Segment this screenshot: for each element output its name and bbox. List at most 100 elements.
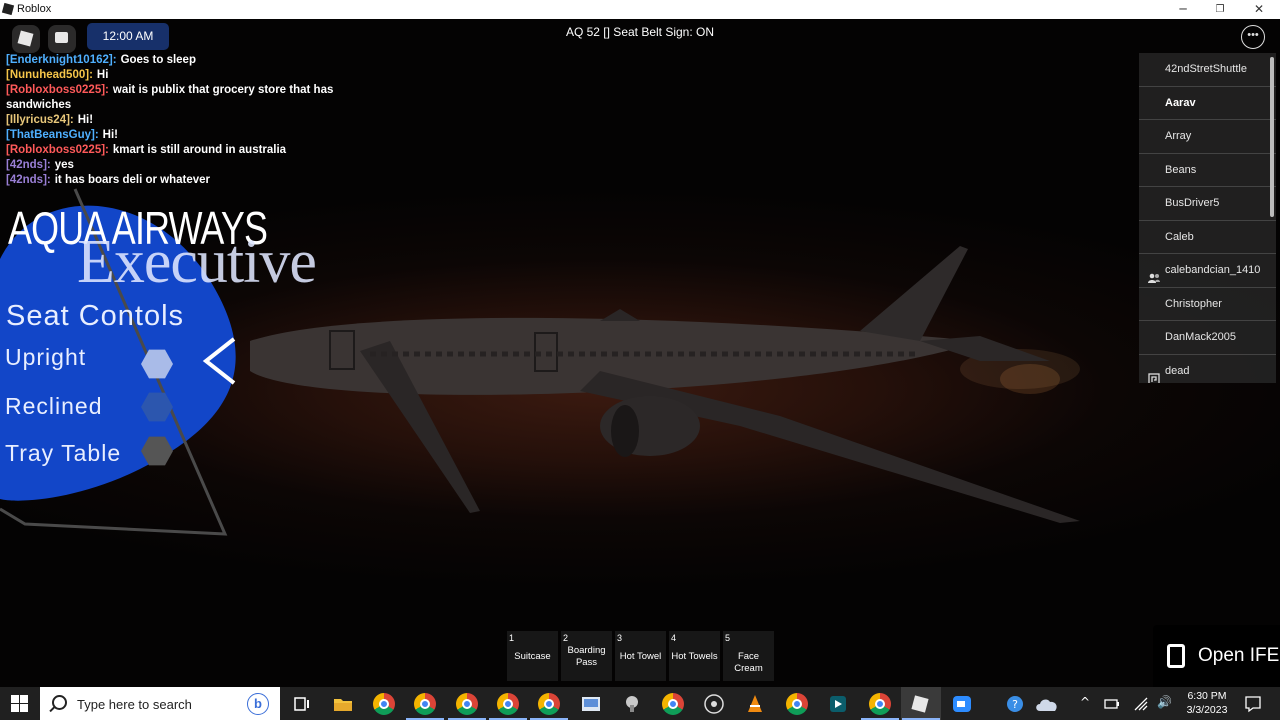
hotbar-slot[interactable]: 5 Face Cream xyxy=(723,631,774,681)
window-title: Roblox xyxy=(17,3,52,15)
battery-icon[interactable] xyxy=(1104,697,1120,711)
chat-text: yes xyxy=(54,159,74,171)
taskbar-clock[interactable]: 6:30 PM 3/3/2023 xyxy=(1180,689,1234,717)
chat-message: [Nunuhead500]: Hi xyxy=(6,68,341,83)
hotbar-slot-label: Hot Towel xyxy=(619,651,662,662)
chrome-icon[interactable] xyxy=(456,693,478,715)
chrome-icon[interactable] xyxy=(497,693,519,715)
windows-start-icon[interactable] xyxy=(11,695,28,712)
zoom-icon[interactable] xyxy=(951,693,973,715)
roblox-icon xyxy=(1,2,15,16)
notifications-icon[interactable] xyxy=(1244,695,1262,713)
hotbar-slot-number: 4 xyxy=(671,633,677,643)
taskbar-date: 3/3/2023 xyxy=(1186,704,1228,716)
hotbar-slot-label: Boarding Pass xyxy=(567,645,606,668)
tablet-icon xyxy=(1167,644,1185,668)
hotbar-slot-number: 2 xyxy=(563,633,569,643)
chat-message: [Illyricus24]: Hi! xyxy=(6,113,341,128)
game-viewport[interactable]: 12:00 AM AQ 52 [] Seat Belt Sign: ON •••… xyxy=(0,19,1280,687)
reclined-label: Reclined xyxy=(5,393,103,419)
hotbar-slot-label: Hot Towels xyxy=(671,651,718,662)
media-app-icon[interactable] xyxy=(827,693,849,715)
player-name: dead xyxy=(1165,364,1190,377)
obs-icon[interactable] xyxy=(703,693,725,715)
hotbar-slot-number: 1 xyxy=(509,633,515,643)
chrome-icon[interactable] xyxy=(786,693,808,715)
app-icon[interactable] xyxy=(621,693,643,715)
player-row[interactable]: Aarav xyxy=(1139,87,1276,120)
player-row[interactable]: dead xyxy=(1139,355,1276,383)
player-row[interactable]: Caleb xyxy=(1139,221,1276,254)
tray-overflow-chevron-icon[interactable]: ^ xyxy=(1080,695,1090,709)
chat-message: [Robloxboss0225]: wait is publix that gro… xyxy=(6,83,341,113)
player-row[interactable]: Beans xyxy=(1139,154,1276,187)
chat-message: [Robloxboss0225]: kmart is still around i… xyxy=(6,143,341,158)
chat-username[interactable]: [Illyricus24]: xyxy=(6,114,74,126)
premium-icon xyxy=(1148,366,1160,383)
taskbar-time: 6:30 PM xyxy=(1187,690,1227,702)
player-row[interactable]: 42ndStretShuttle xyxy=(1139,53,1276,87)
roblox-taskbar-button[interactable] xyxy=(901,687,941,720)
player-name: Caleb xyxy=(1165,230,1194,243)
chrome-icon[interactable] xyxy=(662,693,684,715)
player-row[interactable]: BusDriver5 xyxy=(1139,187,1276,221)
chat-text: Hi! xyxy=(102,129,118,141)
chat-username[interactable]: [Nunuhead500]: xyxy=(6,69,93,81)
chrome-icon[interactable] xyxy=(538,693,560,715)
open-ife-button[interactable]: Open IFE xyxy=(1153,625,1280,687)
chat-text: Hi! xyxy=(77,114,94,126)
search-placeholder: Type here to search xyxy=(77,697,192,712)
chat-username[interactable]: [ThatBeansGuy]: xyxy=(6,129,99,141)
search-icon xyxy=(52,695,67,710)
chrome-icon[interactable] xyxy=(869,693,891,715)
chat-message: [42nds]: yes xyxy=(6,158,341,173)
player-name: Aarav xyxy=(1165,96,1196,109)
window-titlebar: Roblox ─ ❐ ✕ xyxy=(0,0,1280,19)
onedrive-icon[interactable] xyxy=(1035,696,1059,712)
collapse-panel-button[interactable] xyxy=(200,335,240,387)
chat-text: Hi xyxy=(96,69,109,81)
hotbar-slot[interactable]: 4 Hot Towels xyxy=(669,631,720,681)
player-name: Christopher xyxy=(1165,297,1222,310)
hotbar-slot[interactable]: 2 Boarding Pass xyxy=(561,631,612,681)
player-list[interactable]: 42ndStretShuttle Aarav Array Beans BusDriver… xyxy=(1139,53,1276,383)
chrome-icon[interactable] xyxy=(373,693,395,715)
player-row[interactable]: Christopher xyxy=(1139,288,1276,321)
roblox-taskbar-icon xyxy=(911,695,929,713)
chrome-icon[interactable] xyxy=(414,693,436,715)
chat-text: Goes to sleep xyxy=(120,54,196,66)
minimize-button[interactable]: ─ xyxy=(1164,0,1202,19)
chat-username[interactable]: [Robloxboss0225]: xyxy=(6,84,109,96)
vlc-icon[interactable] xyxy=(744,693,766,715)
player-row[interactable]: calebandcian_1410 xyxy=(1139,254,1276,288)
chat-message: [ThatBeansGuy]: Hi! xyxy=(6,128,341,143)
hotbar-slot-number: 5 xyxy=(725,633,731,643)
hotbar-slot[interactable]: 3 Hot Towel xyxy=(615,631,666,681)
help-icon[interactable]: ? xyxy=(1006,695,1024,713)
network-icon[interactable] xyxy=(1133,696,1149,712)
bing-icon[interactable]: b xyxy=(247,693,269,715)
chat-username[interactable]: [42nds]: xyxy=(6,159,51,171)
player-row[interactable]: Array xyxy=(1139,120,1276,154)
taskbar-search-box[interactable]: Type here to search b xyxy=(40,687,280,720)
close-button[interactable]: ✕ xyxy=(1240,0,1278,19)
chat-username[interactable]: [Robloxboss0225]: xyxy=(6,144,109,156)
hotbar-slot[interactable]: 1 Suitcase xyxy=(507,631,558,681)
task-view-icon[interactable] xyxy=(291,693,313,715)
chat-username[interactable]: [Enderknight10162]: xyxy=(6,54,117,66)
player-row[interactable]: DanMack2005 xyxy=(1139,321,1276,355)
hotbar-slot-label: Face Cream xyxy=(734,651,763,674)
maximize-button[interactable]: ❐ xyxy=(1201,0,1239,19)
more-options-icon[interactable]: ••• xyxy=(1241,25,1265,49)
volume-icon[interactable]: 🔊 xyxy=(1157,695,1172,709)
player-list-scrollbar[interactable] xyxy=(1270,57,1274,217)
photos-icon[interactable] xyxy=(580,693,602,715)
hotbar-slot-label: Suitcase xyxy=(514,651,551,662)
player-name: 42ndStretShuttle xyxy=(1165,63,1247,75)
player-name: Array xyxy=(1165,130,1192,142)
file-explorer-icon[interactable] xyxy=(332,693,354,715)
airplane-image xyxy=(250,246,1080,523)
brand-subtitle: Executive xyxy=(77,228,317,296)
seat-belt-sign: AQ 52 [] Seat Belt Sign: ON xyxy=(565,25,715,39)
chat-log: [Enderknight10162]: Goes to sleep [Nunuhea… xyxy=(6,53,341,188)
